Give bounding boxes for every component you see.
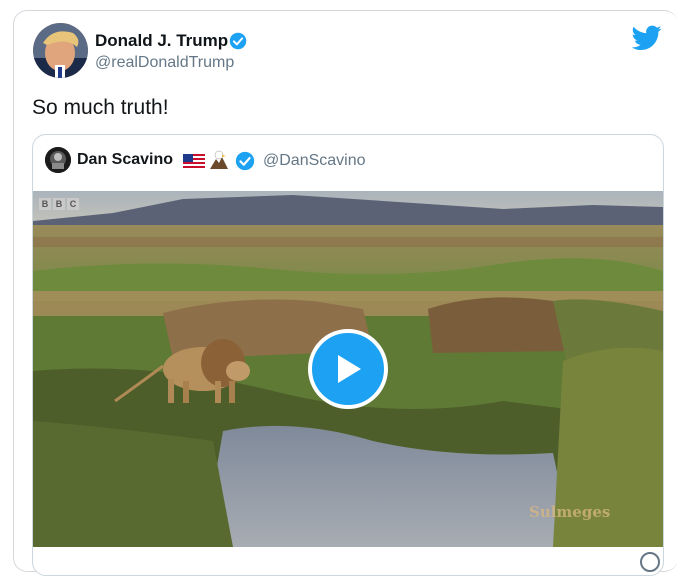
quoted-author-name[interactable]: Dan Scavino (77, 151, 173, 169)
play-button[interactable] (308, 329, 388, 409)
broadcaster-logo-letter: B (53, 198, 65, 210)
more-options-icon[interactable] (640, 552, 660, 572)
eagle-icon (210, 150, 228, 169)
video-watermark: Sulmeges (529, 503, 611, 521)
quoted-tweet[interactable]: Dan Scavino @DanScavino B B C Sulmeges (32, 134, 664, 576)
quoted-avatar-image (45, 147, 71, 173)
quoted-author-avatar[interactable] (45, 147, 71, 173)
us-flag-icon (183, 154, 205, 168)
quoted-verified-badge-icon (235, 151, 255, 171)
quoted-author-handle[interactable]: @DanScavino (263, 152, 366, 170)
verified-badge-icon (229, 32, 247, 50)
avatar-image (33, 23, 88, 78)
tweet-text: So much truth! (32, 96, 169, 119)
author-handle[interactable]: @realDonaldTrump (95, 54, 234, 72)
twitter-bird-icon[interactable] (632, 25, 662, 51)
video-player[interactable]: B B C Sulmeges (33, 191, 663, 547)
author-name[interactable]: Donald J. Trump (95, 31, 228, 51)
author-avatar[interactable] (33, 23, 88, 78)
broadcaster-logo-letter: B (39, 198, 51, 210)
play-icon (338, 355, 361, 383)
broadcaster-logo-letter: C (67, 198, 79, 210)
broadcaster-logo: B B C (39, 198, 79, 210)
